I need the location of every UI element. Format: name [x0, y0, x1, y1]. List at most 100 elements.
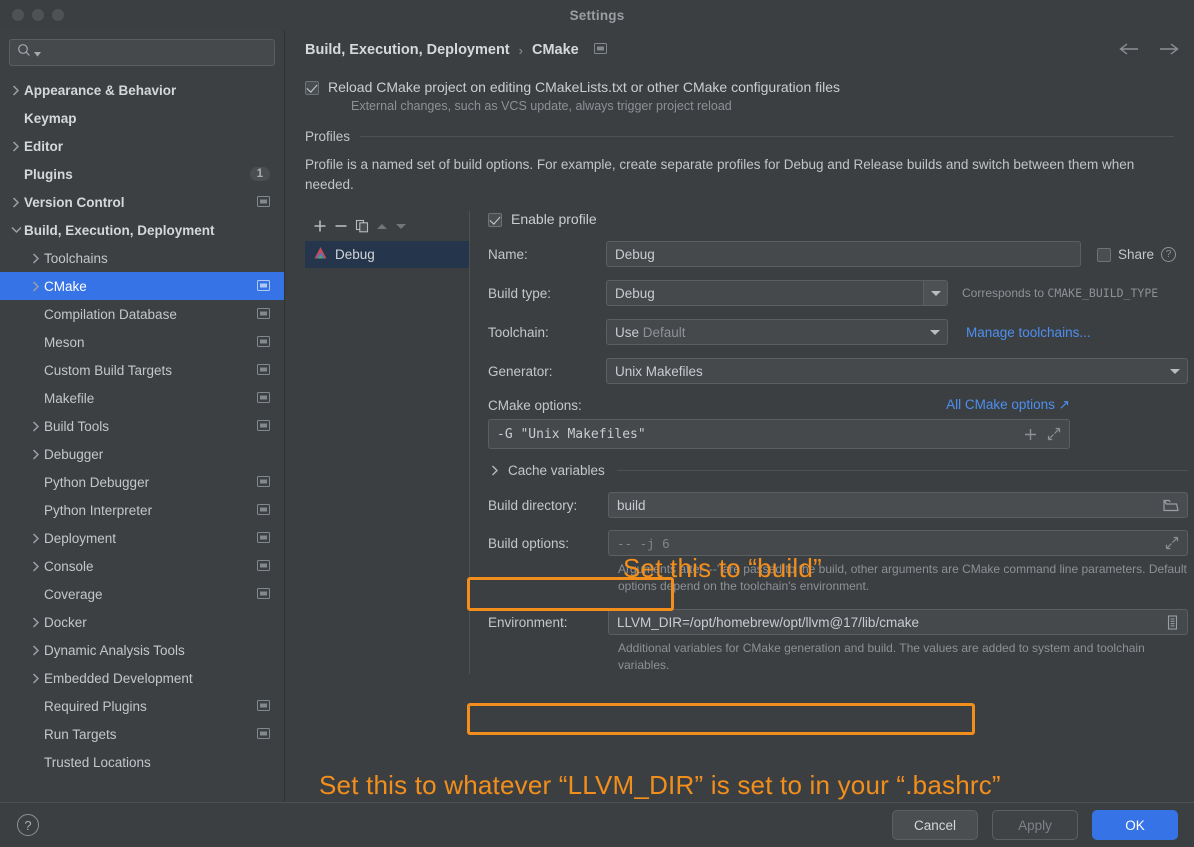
chevron-right-icon[interactable]: [8, 196, 24, 208]
sidebar-item-build-tools[interactable]: Build Tools: [0, 412, 284, 440]
share-help-icon[interactable]: ?: [1161, 246, 1177, 262]
sidebar-item-console[interactable]: Console: [0, 552, 284, 580]
expand-editor-icon[interactable]: [1047, 427, 1061, 441]
build-type-combobox[interactable]: Debug: [606, 280, 948, 306]
chevron-right-icon[interactable]: [28, 280, 44, 292]
sidebar-item-deployment[interactable]: Deployment: [0, 524, 284, 552]
sidebar-item-python-debugger[interactable]: Python Debugger: [0, 468, 284, 496]
breadcrumb-parent[interactable]: Build, Execution, Deployment: [305, 42, 510, 58]
enable-profile-row[interactable]: Enable profile: [488, 211, 1188, 227]
settings-main-panel: Build, Execution, Deployment › CMake Rel…: [285, 30, 1194, 802]
build-options-input[interactable]: -- -j 6: [608, 530, 1188, 556]
sidebar-item-label: Python Debugger: [44, 474, 150, 490]
chevron-right-icon[interactable]: [8, 140, 24, 152]
search-dropdown-icon[interactable]: [34, 44, 41, 62]
sidebar-item-debugger[interactable]: Debugger: [0, 440, 284, 468]
cancel-button[interactable]: Cancel: [892, 810, 978, 840]
remove-profile-button[interactable]: [334, 219, 348, 233]
share-row[interactable]: Share ?: [1097, 246, 1177, 262]
project-scope-icon: [257, 699, 270, 714]
sidebar-item-keymap[interactable]: Keymap: [0, 104, 284, 132]
chevron-right-icon[interactable]: [8, 84, 24, 96]
chevron-right-icon[interactable]: [28, 616, 44, 628]
cache-variables-row[interactable]: Cache variables: [488, 463, 1188, 478]
generator-combobox[interactable]: Unix Makefiles: [606, 358, 1188, 384]
move-profile-up-button[interactable]: [376, 222, 388, 231]
expand-editor-icon[interactable]: [1165, 536, 1179, 550]
sidebar-item-build-execution-deployment[interactable]: Build, Execution, Deployment: [0, 216, 284, 244]
cmake-options-input[interactable]: -G "Unix Makefiles": [488, 419, 1070, 449]
sidebar-item-editor[interactable]: Editor: [0, 132, 284, 160]
title-bar: Settings: [0, 0, 1194, 30]
sidebar-item-label: Python Interpreter: [44, 502, 153, 518]
sidebar-item-required-plugins[interactable]: Required Plugins: [0, 692, 284, 720]
sidebar-item-label: Meson: [44, 334, 85, 350]
chevron-down-icon[interactable]: [923, 320, 947, 344]
sidebar-item-compilation-database[interactable]: Compilation Database: [0, 300, 284, 328]
manage-toolchains-link[interactable]: Manage toolchains...: [966, 325, 1091, 340]
reload-project-checkbox[interactable]: [305, 81, 319, 95]
generator-label: Generator:: [488, 363, 553, 379]
sidebar-item-appearance-behavior[interactable]: Appearance & Behavior: [0, 76, 284, 104]
name-input[interactable]: Debug: [606, 241, 1081, 267]
search-box[interactable]: [9, 39, 275, 66]
apply-button[interactable]: Apply: [992, 810, 1078, 840]
chevron-down-icon[interactable]: [8, 226, 24, 234]
enable-profile-label: Enable profile: [511, 211, 597, 227]
copy-profile-button[interactable]: [355, 219, 369, 233]
settings-dialog: Settings Appearance & Behavior Keymap Edit…: [0, 0, 1194, 847]
sidebar-item-coverage[interactable]: Coverage: [0, 580, 284, 608]
profile-list-item-debug[interactable]: Debug: [305, 241, 469, 268]
folder-icon[interactable]: [1163, 499, 1179, 512]
chevron-right-icon[interactable]: [488, 465, 502, 476]
edit-variables-icon[interactable]: [1166, 614, 1179, 630]
sidebar-item-label: Custom Build Targets: [44, 362, 173, 378]
sidebar-item-version-control[interactable]: Version Control: [0, 188, 284, 216]
settings-content: Reload CMake project on editing CMakeLis…: [285, 79, 1194, 674]
sidebar-item-plugins[interactable]: Plugins 1: [0, 160, 284, 188]
back-arrow-icon[interactable]: [1118, 42, 1140, 61]
chevron-right-icon[interactable]: [28, 644, 44, 656]
chevron-right-icon[interactable]: [28, 532, 44, 544]
chevron-right-icon[interactable]: [28, 252, 44, 264]
environment-input[interactable]: LLVM_DIR=/opt/homebrew/opt/llvm@17/lib/c…: [608, 609, 1188, 635]
chevron-right-icon[interactable]: [28, 672, 44, 684]
sidebar-item-python-interpreter[interactable]: Python Interpreter: [0, 496, 284, 524]
help-button[interactable]: ?: [17, 814, 39, 836]
chevron-right-icon[interactable]: [28, 560, 44, 572]
chevron-down-icon[interactable]: [1163, 359, 1187, 383]
sidebar-item-trusted-locations[interactable]: Trusted Locations: [0, 748, 284, 776]
all-cmake-options-link[interactable]: All CMake options ↗: [946, 397, 1070, 413]
add-profile-button[interactable]: [313, 219, 327, 233]
search-input[interactable]: [44, 45, 267, 60]
chevron-down-icon[interactable]: [923, 281, 947, 305]
chevron-right-icon[interactable]: [28, 448, 44, 460]
name-row: Name: Debug Share ?: [488, 241, 1188, 267]
sidebar-item-custom-build-targets[interactable]: Custom Build Targets: [0, 356, 284, 384]
enable-profile-checkbox[interactable]: [488, 213, 502, 227]
sidebar-item-run-targets[interactable]: Run Targets: [0, 720, 284, 748]
sidebar-item-label: Version Control: [24, 194, 125, 210]
forward-arrow-icon[interactable]: [1158, 42, 1180, 61]
add-option-icon[interactable]: [1024, 428, 1037, 441]
chevron-right-icon[interactable]: [28, 420, 44, 432]
sidebar-item-label: Dynamic Analysis Tools: [44, 642, 185, 658]
profiles-section-header: Profiles: [305, 129, 1174, 144]
toolchain-row: Toolchain: Use Default Manage toolchains…: [488, 319, 1188, 345]
project-scope-icon: [257, 279, 270, 294]
project-scope-icon: [257, 307, 270, 322]
reload-project-row[interactable]: Reload CMake project on editing CMakeLis…: [305, 79, 1174, 95]
sidebar-item-embedded-development[interactable]: Embedded Development: [0, 664, 284, 692]
toolchain-combobox[interactable]: Use Default: [606, 319, 948, 345]
move-profile-down-button[interactable]: [395, 222, 407, 231]
sidebar-item-docker[interactable]: Docker: [0, 608, 284, 636]
ok-button[interactable]: OK: [1092, 810, 1178, 840]
sidebar-item-toolchains[interactable]: Toolchains: [0, 244, 284, 272]
sidebar-item-meson[interactable]: Meson: [0, 328, 284, 356]
sidebar-item-makefile[interactable]: Makefile: [0, 384, 284, 412]
sidebar-item-dynamic-analysis-tools[interactable]: Dynamic Analysis Tools: [0, 636, 284, 664]
cmake-profile-icon: [313, 246, 328, 263]
sidebar-item-cmake[interactable]: CMake: [0, 272, 284, 300]
share-checkbox[interactable]: [1097, 248, 1111, 262]
build-directory-input[interactable]: build: [608, 492, 1188, 518]
